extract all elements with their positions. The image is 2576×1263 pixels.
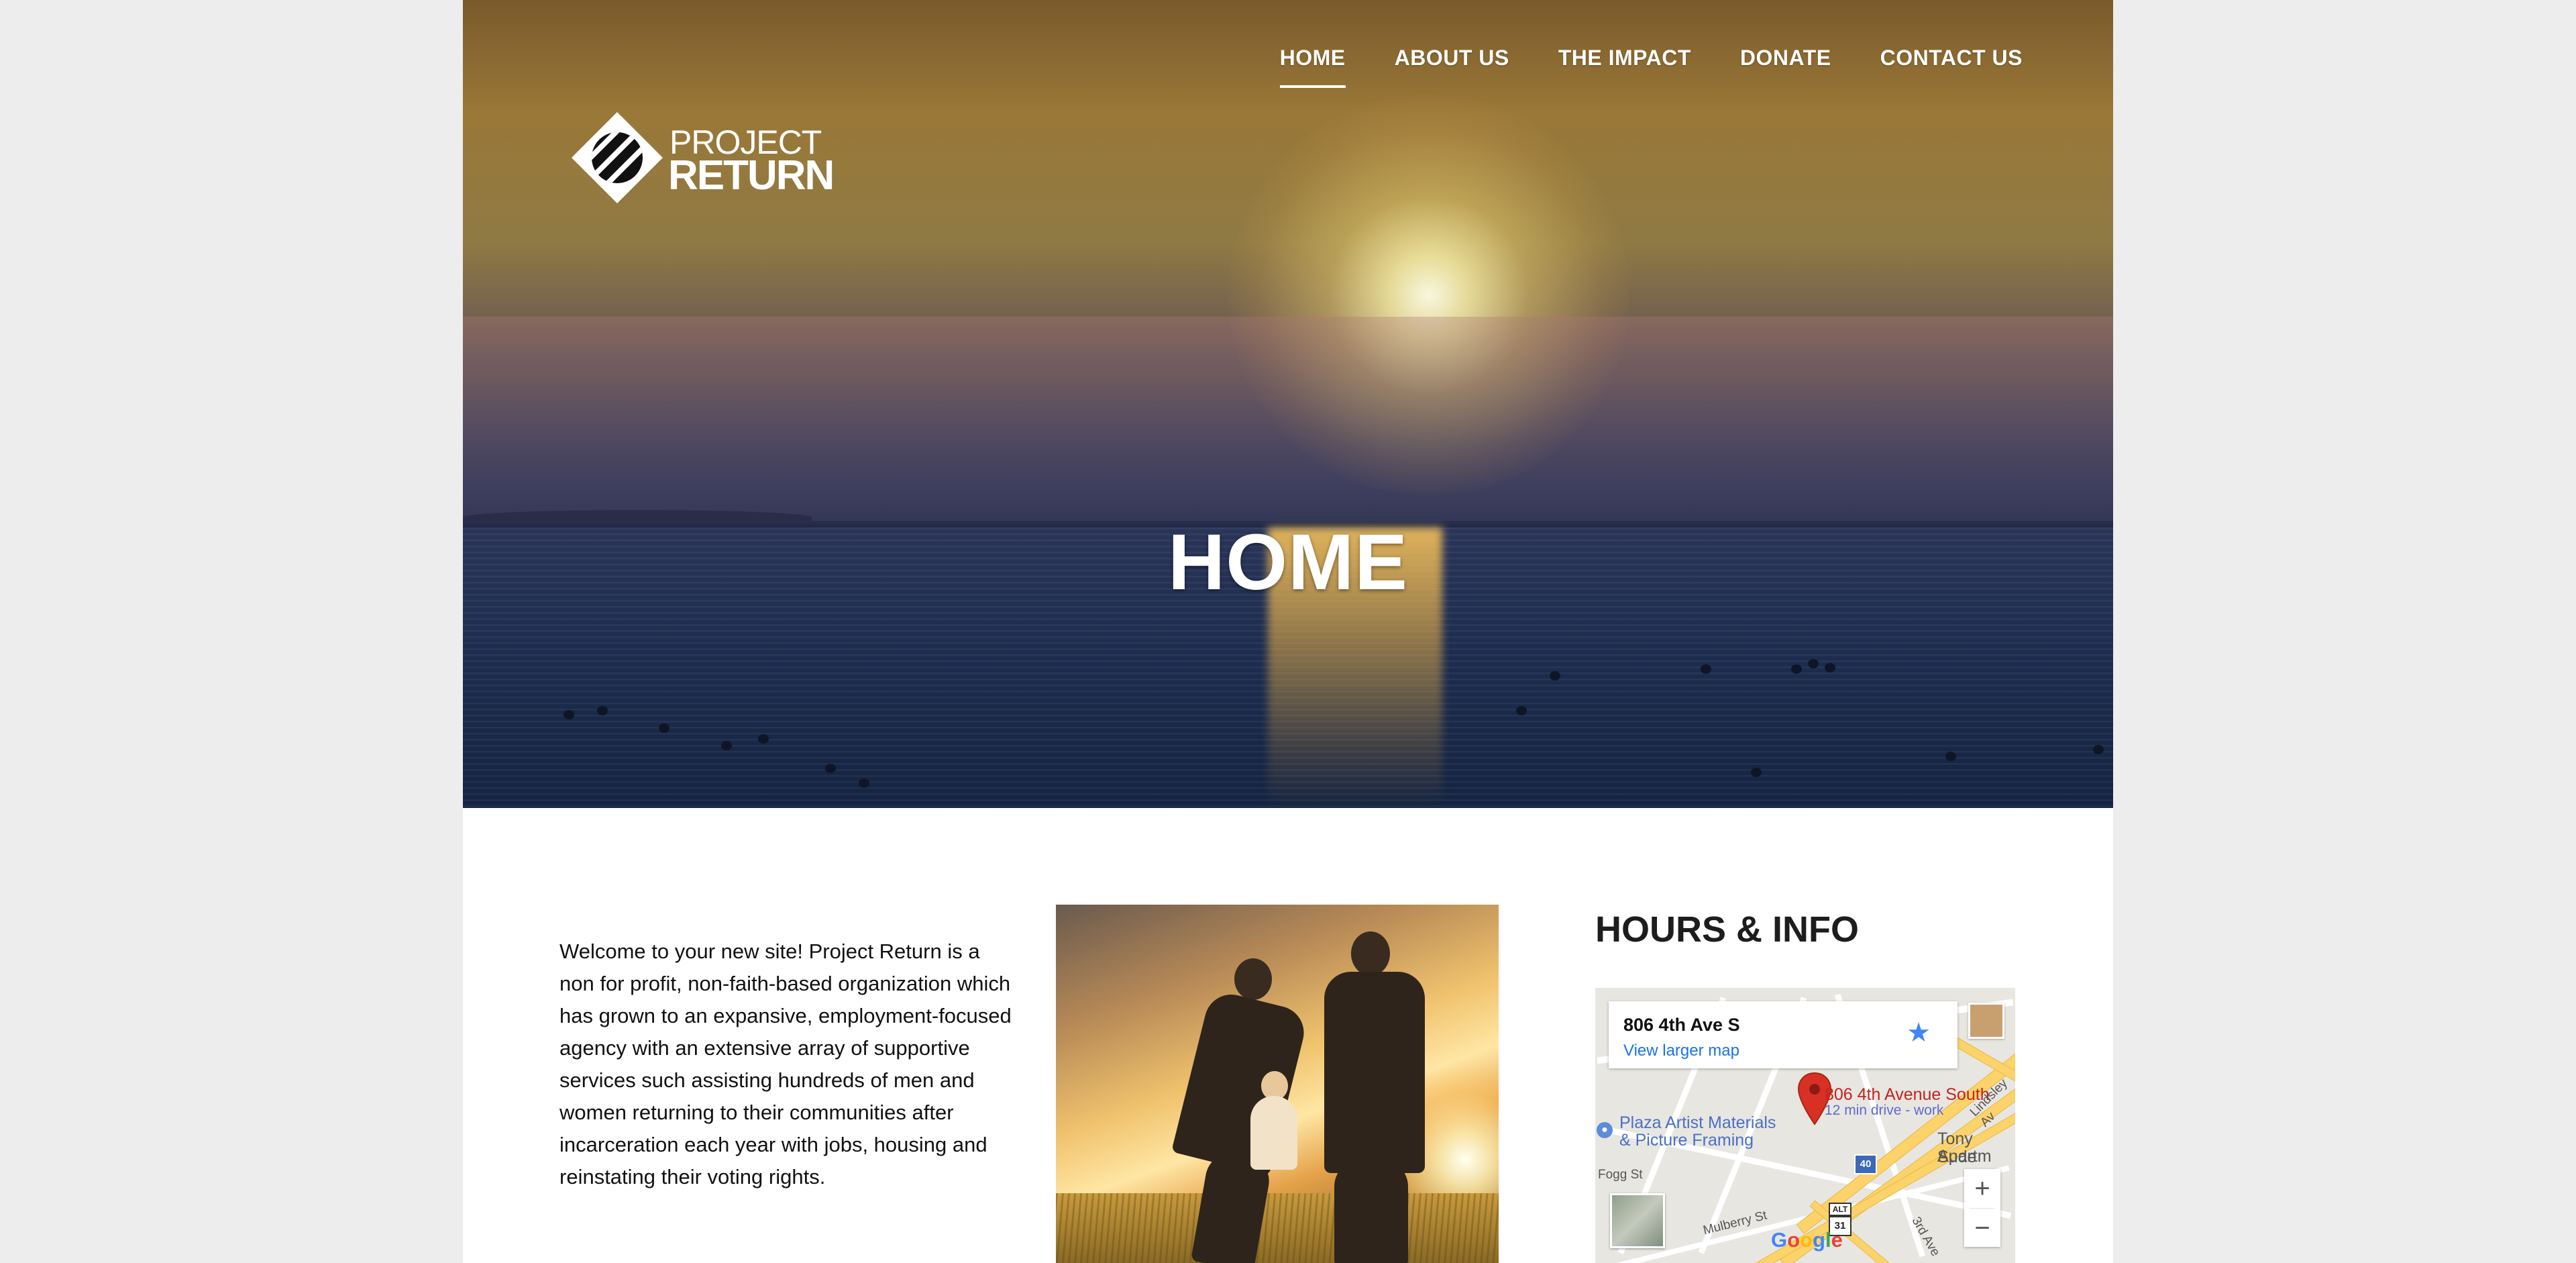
swimmer — [1825, 663, 1835, 672]
sky-band — [463, 317, 2113, 532]
nav-item-the-impact[interactable]: THE IMPACT — [1558, 46, 1691, 88]
swimmer — [721, 741, 732, 750]
swimmer — [564, 710, 574, 719]
main-nav: HOME ABOUT US THE IMPACT DONATE CONTACT … — [1279, 46, 2023, 88]
swimmer — [1550, 671, 1560, 680]
zoom-in-button[interactable]: + — [1964, 1169, 2000, 1208]
photo-grass — [1056, 1193, 1499, 1263]
nav-item-home[interactable]: HOME — [1279, 46, 1346, 88]
photo-child — [1250, 1096, 1297, 1170]
nav-item-about-us[interactable]: ABOUT US — [1395, 46, 1509, 88]
save-star-icon[interactable]: ★ — [1907, 1017, 1931, 1048]
map-info-card: 806 4th Ave S View larger map ★ — [1609, 1001, 1957, 1068]
poi-apartm: Apartm — [1937, 1147, 1992, 1166]
swimmer — [1808, 659, 1819, 668]
photo-figure-legs — [1334, 1160, 1408, 1263]
swimmer — [1791, 664, 1802, 674]
photo-figure-head — [1234, 958, 1272, 1000]
highway-shield-icon: 40 — [1854, 1154, 1877, 1174]
site-logo[interactable]: PROJECT RETURN — [570, 111, 835, 205]
map-avatar[interactable] — [1968, 1003, 2004, 1039]
satellite-toggle[interactable] — [1610, 1193, 1665, 1248]
swimmer — [825, 764, 836, 773]
hero-banner: HOME ABOUT US THE IMPACT DONATE CONTACT … — [463, 0, 2113, 808]
swimmer — [659, 723, 669, 733]
swimmer — [2093, 745, 2104, 754]
family-photo — [1056, 905, 1499, 1263]
swimmer — [1945, 752, 1956, 761]
nav-item-contact-us[interactable]: CONTACT US — [1880, 46, 2023, 88]
embedded-map[interactable]: 806 4th Ave S View larger map ★ 806 4th … — [1595, 988, 2015, 1263]
welcome-text: Welcome to your new site! Project Return… — [559, 940, 1012, 1189]
map-address: 806 4th Ave S — [1623, 1015, 1740, 1035]
page-title: HOME — [1168, 518, 1408, 607]
map-zoom-control: + − — [1964, 1169, 2000, 1247]
poi-name-line2[interactable]: & Picture Framing — [1619, 1131, 1754, 1150]
swimmer — [1751, 768, 1762, 777]
swimmer — [859, 778, 869, 788]
logo-text-return: RETURN — [668, 152, 835, 199]
google-logo: Google — [1771, 1228, 1843, 1252]
shopping-bag-icon: ● — [1597, 1122, 1613, 1138]
zoom-out-button[interactable]: − — [1964, 1209, 2000, 1248]
hours-info-title: HOURS & INFO — [1595, 909, 1860, 950]
swimmer — [1701, 664, 1711, 674]
pin-label: 806 4th Avenue South — [1825, 1085, 1990, 1104]
street-label: Fogg St — [1598, 1168, 1643, 1182]
swimmer — [597, 706, 608, 715]
highway-shield-icon: ALT — [1829, 1203, 1851, 1216]
swimmer — [758, 734, 769, 744]
photo-figure-father — [1324, 972, 1425, 1173]
page: HOME ABOUT US THE IMPACT DONATE CONTACT … — [463, 0, 2113, 1263]
view-larger-map-link[interactable]: View larger map — [1623, 1042, 1739, 1060]
photo-figure-head — [1351, 931, 1390, 976]
logo-diamond-icon — [572, 112, 663, 203]
swimmer — [1516, 706, 1527, 715]
pin-sublabel: 12 min drive - work — [1825, 1103, 1944, 1118]
nav-item-donate[interactable]: DONATE — [1740, 46, 1831, 88]
poi-name-line1[interactable]: Plaza Artist Materials — [1619, 1114, 1776, 1132]
